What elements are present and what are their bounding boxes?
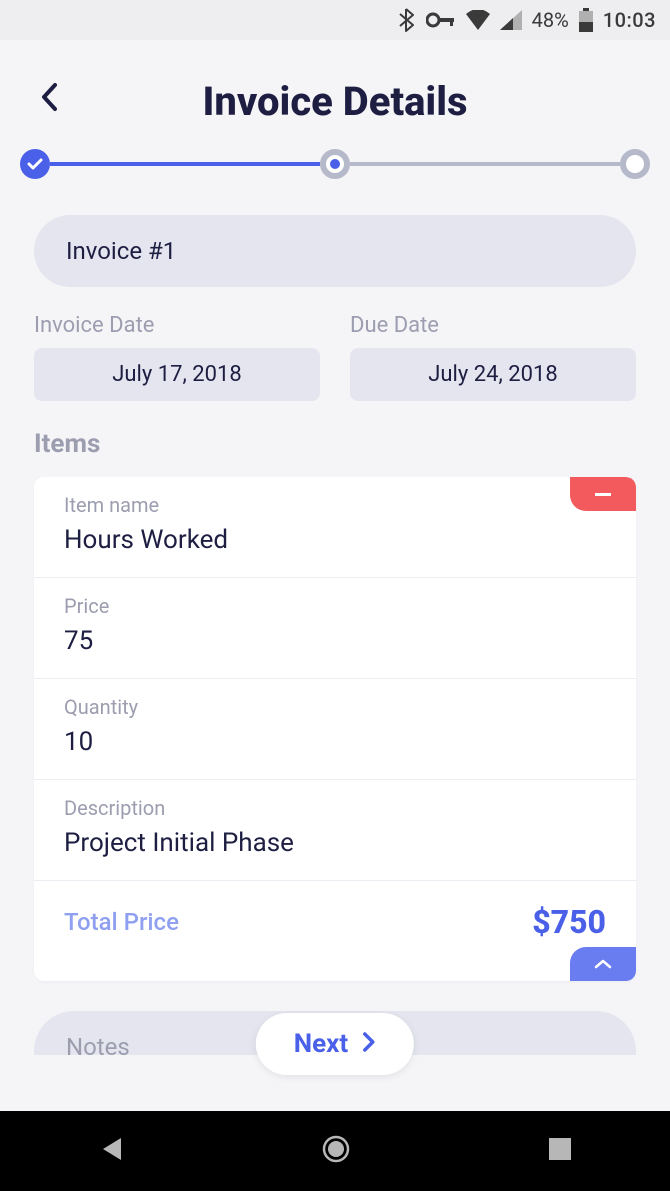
battery-percentage: 48% <box>532 8 569 32</box>
step-2-current <box>320 149 350 179</box>
step-3-future <box>620 149 650 179</box>
next-button[interactable]: Next <box>256 1013 414 1075</box>
item-name-label: Item name <box>64 493 606 517</box>
bluetooth-icon <box>398 8 416 32</box>
back-button[interactable] <box>34 82 64 112</box>
battery-icon <box>579 8 593 32</box>
total-price-value: $750 <box>532 903 606 941</box>
due-date-label: Due Date <box>350 313 636 338</box>
item-price-label: Price <box>64 594 606 618</box>
signal-icon <box>500 10 522 30</box>
chevron-right-icon <box>362 1031 376 1057</box>
nav-home-icon[interactable] <box>321 1134 351 1168</box>
invoice-number-input[interactable]: Invoice #1 <box>34 215 636 287</box>
status-bar: 48% 10:03 <box>0 0 670 40</box>
item-card: Item name Hours Worked Price 75 Quantity… <box>34 477 636 981</box>
android-nav-bar <box>0 1111 670 1191</box>
step-line-2 <box>350 162 620 166</box>
header: Invoice Details <box>0 40 670 149</box>
due-date-picker[interactable]: July 24, 2018 <box>350 348 636 401</box>
item-quantity-label: Quantity <box>64 695 606 719</box>
vpn-key-icon <box>426 12 456 28</box>
invoice-date-label: Invoice Date <box>34 313 320 338</box>
item-name-input[interactable]: Hours Worked <box>64 525 606 555</box>
invoice-date-picker[interactable]: July 17, 2018 <box>34 348 320 401</box>
total-price-label: Total Price <box>64 908 179 936</box>
clock: 10:03 <box>603 8 656 32</box>
item-price-input[interactable]: 75 <box>64 626 606 656</box>
wifi-icon <box>466 10 490 30</box>
next-button-label: Next <box>294 1029 348 1059</box>
nav-back-icon[interactable] <box>99 1136 123 1166</box>
step-1-done <box>20 149 50 179</box>
items-section-title: Items <box>34 429 636 459</box>
item-quantity-input[interactable]: 10 <box>64 727 606 757</box>
step-line-1 <box>50 162 320 166</box>
collapse-item-button[interactable] <box>570 947 636 981</box>
item-description-input[interactable]: Project Initial Phase <box>64 828 606 858</box>
remove-item-button[interactable] <box>570 477 636 511</box>
nav-recent-icon[interactable] <box>549 1138 571 1164</box>
page-title: Invoice Details <box>0 78 670 125</box>
progress-stepper <box>0 149 670 179</box>
item-description-label: Description <box>64 796 606 820</box>
